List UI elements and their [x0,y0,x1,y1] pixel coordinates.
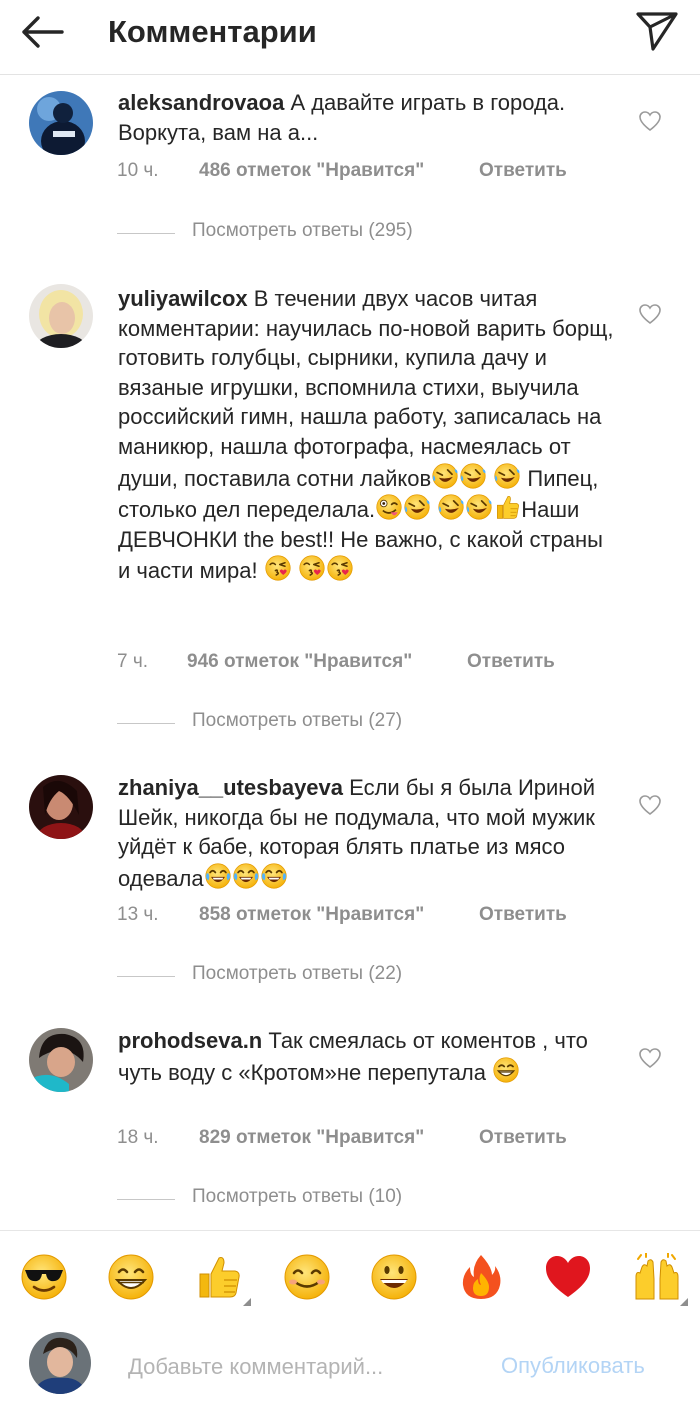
avatar[interactable] [29,284,93,348]
kissing-heart-emoji-icon [298,554,326,582]
like-heart-icon[interactable] [638,1047,662,1069]
publish-button[interactable]: Опубликовать [501,1353,645,1379]
joy-emoji-icon [232,862,260,890]
thumbs-up-emoji-icon [493,493,521,521]
likes-count[interactable]: 946 отметок "Нравится" [187,651,412,673]
comment-text: yuliyawilcox В течении двух часов читая … [118,284,618,586]
raised-hands-emoji-icon[interactable] [632,1253,682,1301]
divider-line [117,233,175,234]
rofl-emoji-icon [465,493,493,521]
grinning-emoji-icon[interactable] [369,1253,419,1301]
divider-line [117,1199,175,1200]
quick-emoji-bar [0,1230,700,1321]
sunglasses-emoji-icon[interactable] [19,1253,69,1301]
view-replies-label: Посмотреть ответы (10) [192,1186,403,1207]
comment-composer: Опубликовать [0,1320,700,1408]
rofl-emoji-icon [403,493,431,521]
comment-time: 7 ч. [117,651,149,672]
grin-emoji-icon[interactable] [106,1253,156,1301]
reply-button[interactable]: Ответить [467,651,555,673]
like-heart-icon[interactable] [638,303,662,325]
reply-button[interactable]: Ответить [479,904,567,926]
joy-emoji-icon [204,862,232,890]
comment-text: zhaniya__utesbayeva Если бы я была Ирино… [118,773,618,893]
avatar[interactable] [29,91,93,155]
comment-username[interactable]: prohodseva.n [118,1028,262,1053]
comment-username[interactable]: zhaniya__utesbayeva [118,775,343,800]
skin-tone-indicator [243,1298,251,1306]
like-heart-icon[interactable] [638,110,662,132]
likes-count[interactable]: 858 отметок "Нравится" [199,904,424,926]
top-bar: Комментарии [0,0,700,75]
comment-time: 13 ч. [117,904,159,925]
comment-username[interactable]: yuliyawilcox [118,286,248,311]
kissing-heart-emoji-icon [264,554,292,582]
comment-time: 18 ч. [117,1127,159,1148]
comment-username[interactable]: aleksandrovaoa [118,90,284,115]
grin-emoji-icon [492,1056,520,1084]
thumbs-up-emoji-icon[interactable] [193,1253,243,1301]
divider-line [117,723,175,724]
likes-count[interactable]: 486 отметок "Нравится" [199,160,424,182]
page-title: Комментарии [108,14,317,49]
view-replies-label: Посмотреть ответы (295) [192,220,413,241]
red-heart-emoji-icon[interactable] [543,1253,593,1301]
avatar[interactable] [29,775,93,839]
direct-send-icon[interactable] [634,10,680,52]
rofl-emoji-icon [459,462,487,490]
skin-tone-indicator [680,1298,688,1306]
add-comment-input[interactable] [128,1350,488,1384]
comment-text: aleksandrovaoa А давайте играть в города… [118,88,618,147]
rofl-emoji-icon [437,493,465,521]
zany-face-emoji-icon [375,493,403,521]
rofl-emoji-icon [493,462,521,490]
likes-count[interactable]: 829 отметок "Нравится" [199,1127,424,1149]
like-heart-icon[interactable] [638,794,662,816]
smile-emoji-icon[interactable] [282,1253,332,1301]
current-user-avatar [29,1332,91,1394]
reply-button[interactable]: Ответить [479,160,567,182]
view-replies-label: Посмотреть ответы (27) [192,710,403,731]
joy-emoji-icon [260,862,288,890]
divider-line [117,976,175,977]
comment-time: 10 ч. [117,160,159,181]
back-arrow-icon[interactable] [18,14,66,50]
avatar[interactable] [29,1028,93,1092]
comment-body-part: В течении двух часов читая комментарии: … [118,286,614,491]
rofl-emoji-icon [431,462,459,490]
reply-button[interactable]: Ответить [479,1127,567,1149]
fire-emoji-icon[interactable] [456,1253,506,1301]
view-replies-label: Посмотреть ответы (22) [192,963,403,984]
kissing-heart-emoji-icon [326,554,354,582]
comment-text: prohodseva.n Так смеялась от коментов , … [118,1026,618,1087]
